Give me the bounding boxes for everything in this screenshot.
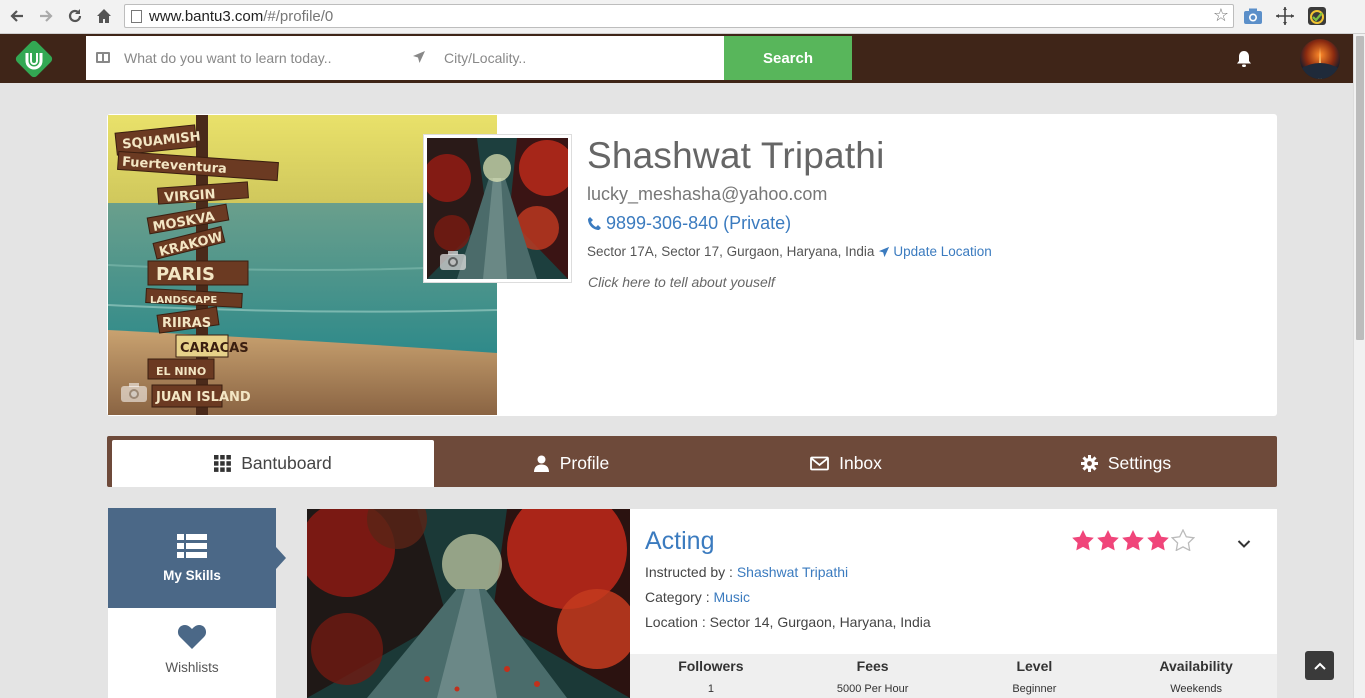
stat-followers: Followers 1 — [630, 654, 792, 698]
city-input[interactable] — [444, 36, 714, 80]
sidebar-item-label: Wishlists — [165, 660, 219, 675]
bookmark-star-icon[interactable]: ☆ — [1213, 5, 1229, 26]
stat-label: Availability — [1159, 658, 1233, 674]
svg-text:CARACAS: CARACAS — [180, 341, 249, 356]
stat-value: 1 — [707, 683, 714, 695]
svg-text:RIIRAS: RIIRAS — [162, 316, 211, 331]
location-arrow-icon — [879, 246, 890, 257]
crosshair-extension-icon[interactable] — [1275, 6, 1295, 26]
chevron-down-icon[interactable] — [1237, 539, 1251, 549]
category-link[interactable]: Music — [713, 589, 750, 605]
profile-card: SQUAMISH Fuerteventura VIRGIN MOSKVA KRA… — [107, 114, 1277, 416]
stat-label: Followers — [678, 658, 744, 674]
grid-icon — [214, 455, 232, 472]
sidebar-item-wishlists[interactable]: Wishlists — [108, 624, 276, 698]
tab-bantuboard[interactable]: Bantuboard — [112, 440, 434, 487]
profile-phone[interactable]: 9899-306-840 (Private) — [587, 213, 791, 234]
stat-value: 5000 Per Hour — [836, 683, 909, 695]
page-icon — [131, 10, 142, 23]
sidebar-item-my-skills[interactable]: My Skills — [108, 508, 286, 608]
profile-tabs: Bantuboard Profile Inbox Settings — [107, 436, 1277, 487]
reload-icon[interactable] — [64, 5, 86, 27]
update-location-label: Update Location — [893, 244, 992, 259]
camera-extension-icon[interactable] — [1243, 6, 1263, 26]
sidebar-item-label: My Skills — [163, 567, 221, 583]
profile-email: lucky_meshasha@yahoo.com — [587, 184, 828, 204]
stat-value: Weekends — [1170, 683, 1223, 695]
svg-text:LANDSCAPE: LANDSCAPE — [150, 295, 217, 306]
star-filled-icon — [1072, 530, 1094, 551]
search-input[interactable] — [124, 36, 404, 80]
list-icon — [177, 533, 207, 558]
bell-icon[interactable] — [1236, 50, 1252, 68]
tab-label: Inbox — [839, 453, 882, 473]
profile-name: Shashwat Tripathi — [587, 135, 885, 176]
dashboard-sidebar: My Skills Wishlists — [108, 508, 286, 698]
stat-fees: Fees 5000 Per Hour — [792, 654, 954, 698]
back-icon[interactable] — [6, 5, 28, 27]
star-empty-icon — [1171, 529, 1195, 551]
phone-text: 9899-306-840 (Private) — [606, 213, 792, 233]
camera-icon[interactable] — [439, 249, 467, 271]
location-arrow-icon[interactable] — [412, 50, 426, 64]
svg-text:EL NINO: EL NINO — [156, 365, 206, 378]
star-filled-icon — [1097, 530, 1119, 551]
location-label: Location : — [645, 614, 710, 630]
skill-card: Acting Instructed by : Shashwat Tripathi… — [307, 509, 1277, 698]
profile-picture[interactable] — [423, 134, 572, 283]
location-value: Sector 14, Gurgaon, Haryana, India — [709, 614, 931, 630]
tab-label: Profile — [559, 453, 610, 473]
camera-icon[interactable] — [120, 381, 148, 403]
book-icon — [96, 52, 110, 63]
stat-value: Beginner — [1012, 683, 1057, 695]
skill-rating — [1071, 529, 1195, 551]
skill-category: Category : Music — [645, 589, 750, 605]
browser-toolbar: www.bantu3.com/#/profile/0 ☆ — [0, 0, 1365, 34]
star-filled-icon — [1147, 530, 1169, 551]
search-bar — [86, 36, 724, 80]
speedtest-extension-icon[interactable] — [1307, 6, 1327, 26]
page-scrollbar[interactable] — [1353, 34, 1365, 698]
update-location-link[interactable]: Update Location — [878, 244, 992, 259]
skill-instructor: Instructed by : Shashwat Tripathi — [645, 564, 848, 580]
forward-icon[interactable] — [35, 5, 57, 27]
scrollbar-thumb[interactable] — [1356, 36, 1364, 340]
address-bar[interactable]: www.bantu3.com/#/profile/0 ☆ — [124, 4, 1234, 28]
category-label: Category : — [645, 589, 714, 605]
search-button[interactable]: Search — [724, 36, 852, 80]
scroll-to-top-button[interactable] — [1305, 651, 1334, 680]
svg-text:PARIS: PARIS — [156, 264, 215, 285]
profile-address: Sector 17A, Sector 17, Gurgaon, Haryana,… — [587, 244, 992, 259]
stat-availability: Availability Weekends — [1115, 654, 1277, 698]
phone-icon — [588, 217, 601, 230]
svg-text:JUAN ISLAND: JUAN ISLAND — [155, 390, 251, 405]
tab-label: Settings — [1107, 453, 1172, 473]
bantu-logo[interactable] — [14, 39, 54, 79]
stat-label: Fees — [856, 658, 889, 674]
home-icon[interactable] — [93, 5, 115, 27]
gear-icon — [1080, 455, 1098, 472]
skill-image[interactable] — [307, 509, 630, 698]
user-icon — [533, 455, 549, 472]
stat-label: Level — [1016, 658, 1053, 674]
chevron-up-icon — [1313, 662, 1326, 670]
tab-settings[interactable]: Settings — [965, 440, 1287, 487]
about-prompt[interactable]: Click here to tell about youself — [588, 274, 775, 290]
skill-stats: Followers 1 Fees 5000 Per Hour Level Beginn… — [630, 654, 1277, 698]
star-filled-icon — [1122, 530, 1144, 551]
skill-location: Location : Sector 14, Gurgaon, Haryana, … — [645, 614, 931, 630]
skill-title[interactable]: Acting — [645, 527, 714, 556]
tab-inbox[interactable]: Inbox — [685, 440, 1007, 487]
tab-label: Bantuboard — [241, 453, 332, 473]
envelope-icon — [810, 456, 829, 471]
stat-level: Level Beginner — [954, 654, 1116, 698]
heart-icon — [177, 625, 207, 649]
instructor-link[interactable]: Shashwat Tripathi — [737, 564, 848, 580]
instructor-label: Instructed by : — [645, 564, 737, 580]
tab-profile[interactable]: Profile — [410, 440, 732, 487]
user-avatar[interactable] — [1300, 39, 1340, 79]
address-text: Sector 17A, Sector 17, Gurgaon, Haryana,… — [587, 244, 875, 259]
url-text: www.bantu3.com/#/profile/0 — [149, 8, 334, 25]
app-header: Search — [0, 34, 1353, 83]
